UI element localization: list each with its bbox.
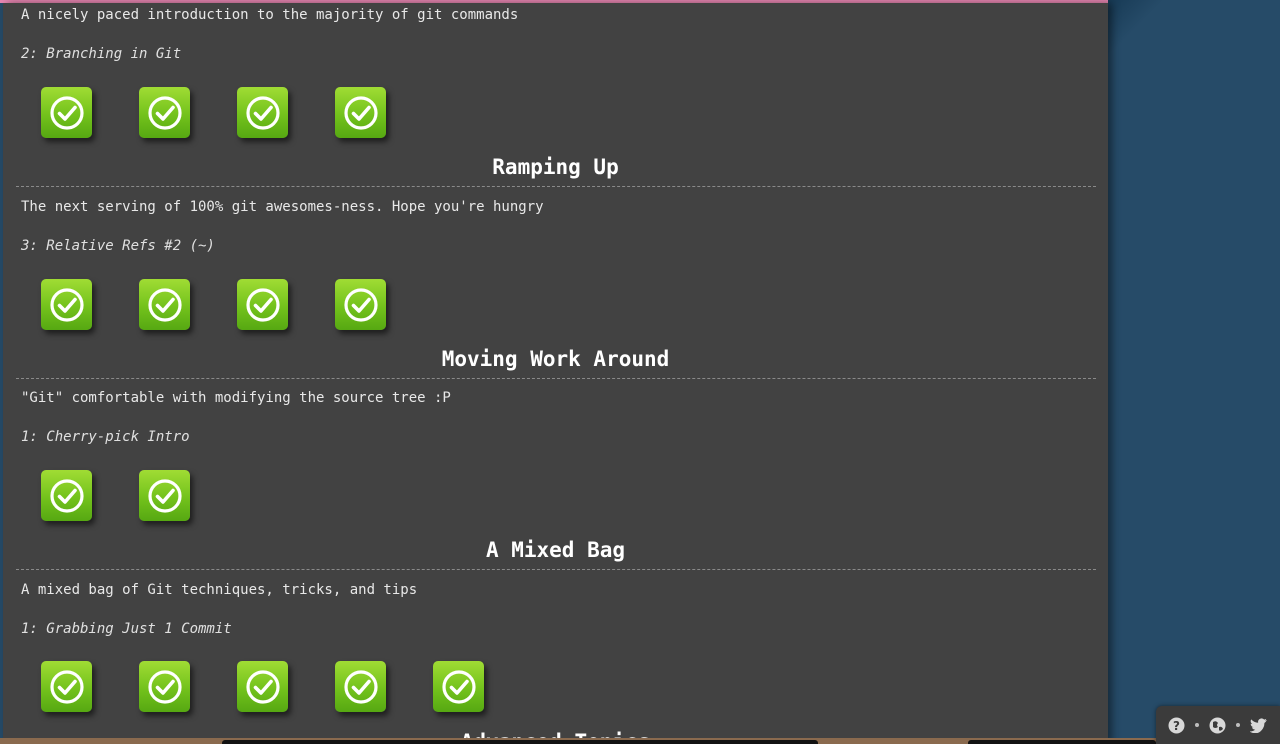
- checkmark-circle-icon: [343, 669, 379, 705]
- current-level-name: 3: Relative Refs #2 (~): [21, 238, 215, 254]
- checkmark-circle-icon: [245, 95, 281, 131]
- checkmark-circle-icon: [147, 669, 183, 705]
- bottom-bar: [968, 740, 1156, 744]
- section-description: The next serving of 100% git awesomes-ne…: [21, 199, 544, 215]
- checkmark-circle-icon: [147, 95, 183, 131]
- current-level-name: 1: Grabbing Just 1 Commit: [21, 621, 232, 637]
- backdrop: [1108, 0, 1280, 744]
- section-description: A mixed bag of Git techniques, tricks, a…: [21, 582, 418, 598]
- level-button[interactable]: [41, 470, 92, 521]
- section-title: Ramping Up: [492, 155, 619, 179]
- level-button[interactable]: [41, 87, 92, 138]
- svg-text:?: ?: [1173, 719, 1180, 733]
- tray-separator: [1195, 723, 1199, 727]
- section-divider: [16, 186, 1096, 187]
- level-button[interactable]: [139, 470, 190, 521]
- help-icon[interactable]: ?: [1168, 717, 1185, 734]
- twitter-icon[interactable]: [1250, 717, 1268, 733]
- levels-dialog: A nicely paced introduction to the major…: [3, 3, 1108, 744]
- current-level-name: 2: Branching in Git: [21, 46, 182, 62]
- checkmark-circle-icon: [49, 669, 85, 705]
- current-level-name: 1: Cherry-pick Intro: [21, 429, 190, 445]
- level-icon-row: [41, 279, 386, 331]
- section-title: A Mixed Bag: [485, 538, 626, 562]
- checkmark-circle-icon: [49, 95, 85, 131]
- level-button[interactable]: [139, 279, 190, 330]
- level-button[interactable]: [237, 279, 288, 330]
- level-icon-row: [41, 87, 386, 139]
- level-icon-row: [41, 470, 190, 522]
- section-description: "Git" comfortable with modifying the sou…: [21, 390, 451, 406]
- checkmark-circle-icon: [343, 95, 379, 131]
- footer-tray: ?: [1156, 706, 1280, 744]
- level-button[interactable]: [335, 87, 386, 138]
- section-title: Moving Work Around: [441, 347, 670, 371]
- checkmark-circle-icon: [147, 478, 183, 514]
- level-button[interactable]: [237, 87, 288, 138]
- checkmark-circle-icon: [245, 287, 281, 323]
- level-button[interactable]: [41, 279, 92, 330]
- level-button[interactable]: [433, 661, 484, 712]
- section-divider: [16, 378, 1096, 379]
- tray-separator: [1236, 723, 1240, 727]
- level-button[interactable]: [335, 661, 386, 712]
- level-button[interactable]: [335, 279, 386, 330]
- level-button[interactable]: [139, 87, 190, 138]
- section-divider: [16, 569, 1096, 570]
- checkmark-circle-icon: [49, 287, 85, 323]
- checkmark-circle-icon: [49, 478, 85, 514]
- level-button[interactable]: [237, 661, 288, 712]
- checkmark-circle-icon: [245, 669, 281, 705]
- level-button[interactable]: [41, 661, 92, 712]
- bottom-bar: [222, 740, 818, 744]
- level-icon-row: [41, 661, 484, 713]
- level-button[interactable]: [139, 661, 190, 712]
- checkmark-circle-icon: [147, 287, 183, 323]
- checkmark-circle-icon: [441, 669, 477, 705]
- checkmark-circle-icon: [343, 287, 379, 323]
- globe-icon[interactable]: [1209, 717, 1226, 734]
- section-description: A nicely paced introduction to the major…: [21, 7, 519, 23]
